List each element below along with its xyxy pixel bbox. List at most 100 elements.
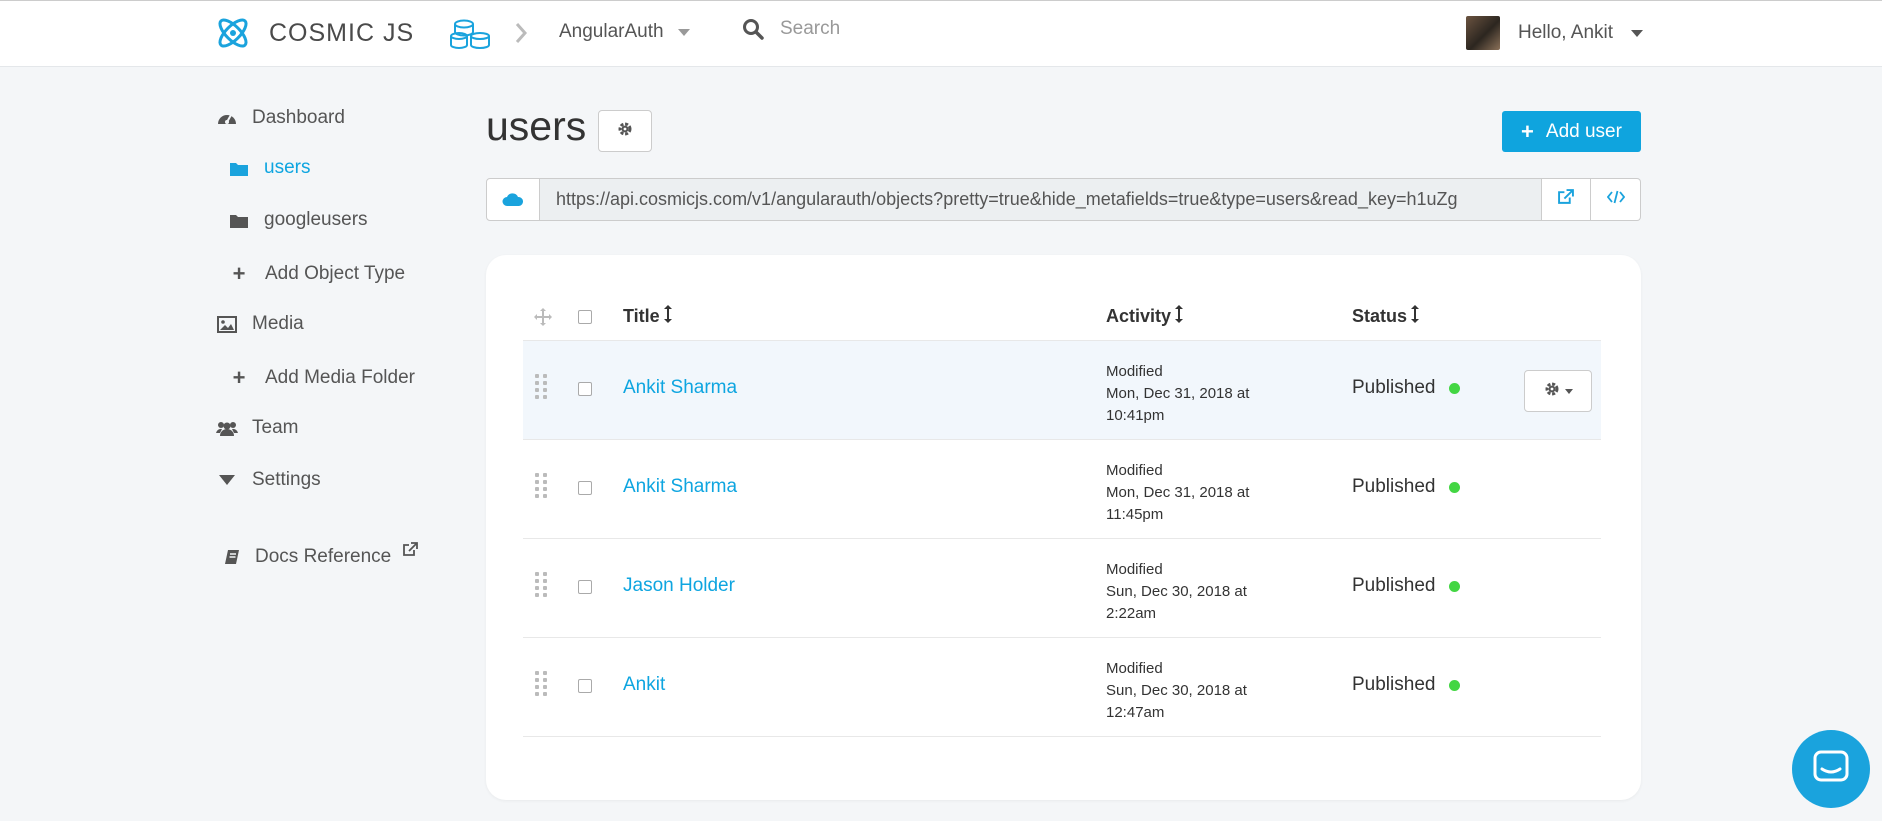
column-header-status[interactable]: Status	[1352, 305, 1420, 328]
api-url-field[interactable]: https://api.cosmicjs.com/v1/angularauth/…	[540, 178, 1541, 221]
search-input[interactable]: Search	[780, 18, 840, 40]
chevron-down-icon	[677, 28, 690, 36]
row-actions-dropdown[interactable]	[1524, 370, 1592, 412]
sidebar-item-team[interactable]: Team	[216, 417, 298, 439]
avatar[interactable]	[1466, 16, 1500, 50]
object-title-link[interactable]: Ankit	[623, 674, 665, 696]
brand-logo[interactable]: COSMIC JS	[214, 14, 414, 52]
sidebar-item-label: Settings	[252, 469, 321, 490]
chevron-down-icon	[1564, 388, 1573, 394]
chevron-down-icon[interactable]	[1631, 29, 1644, 37]
activity-type: Modified	[1106, 660, 1163, 677]
sidebar-item-label: Add Media Folder	[265, 367, 415, 388]
column-activity-label: Activity	[1106, 306, 1172, 326]
folder-icon	[228, 161, 250, 176]
drag-handle-icon[interactable]	[535, 671, 547, 696]
open-external-button[interactable]	[1541, 178, 1591, 221]
add-user-button[interactable]: + Add user	[1502, 111, 1641, 152]
add-user-label: Add user	[1545, 120, 1622, 142]
status-dot	[1449, 382, 1461, 394]
row-checkbox[interactable]	[578, 382, 592, 396]
sidebar-item-settings[interactable]: Settings	[216, 469, 321, 491]
activity-date: Sun, Dec 30, 2018 at	[1106, 583, 1247, 600]
activity-cell: Modified Mon, Dec 31, 2018 at 11:45pm	[1106, 460, 1286, 526]
external-link-icon	[403, 541, 419, 563]
plus-icon: +	[232, 365, 246, 390]
drag-handle-icon[interactable]	[535, 473, 547, 498]
activity-date: Mon, Dec 31, 2018 at	[1106, 484, 1250, 501]
sidebar-item-googleusers[interactable]: googleusers	[228, 209, 368, 231]
sidebar-item-label: Media	[252, 313, 304, 334]
cloud-icon	[486, 178, 540, 221]
status-cell: Published	[1352, 476, 1461, 498]
select-all-checkbox[interactable]	[578, 310, 592, 324]
status-dot	[1449, 481, 1461, 493]
status-cell: Published	[1352, 674, 1461, 696]
object-type-settings-button[interactable]	[598, 110, 652, 152]
row-checkbox[interactable]	[578, 481, 592, 495]
gear-icon	[1544, 381, 1560, 402]
bucket-selector[interactable]: AngularAuth	[559, 21, 690, 43]
object-title-link[interactable]: Ankit Sharma	[623, 377, 737, 399]
column-status-label: Status	[1352, 306, 1408, 326]
activity-date: Sun, Dec 30, 2018 at	[1106, 682, 1247, 699]
search-box[interactable]: Search	[742, 18, 840, 40]
caret-down-icon	[216, 475, 238, 485]
sidebar-item-label: users	[264, 157, 311, 178]
sort-icon	[1411, 305, 1420, 328]
plus-icon: +	[232, 261, 246, 286]
buckets-icon[interactable]	[450, 18, 492, 55]
row-checkbox[interactable]	[578, 679, 592, 693]
status-cell: Published	[1352, 377, 1461, 399]
sidebar-item-add-object-type[interactable]: + Add Object Type	[228, 261, 406, 287]
sidebar-item-users[interactable]: users	[228, 157, 310, 179]
chat-launcher-button[interactable]	[1792, 730, 1870, 808]
object-title-link[interactable]: Ankit Sharma	[623, 476, 737, 498]
table-row[interactable]: Ankit Sharma Modified Mon, Dec 31, 2018 …	[523, 440, 1601, 539]
search-icon	[743, 19, 764, 40]
status-dot	[1449, 679, 1461, 691]
folder-icon	[228, 213, 250, 228]
object-title-link[interactable]: Jason Holder	[623, 575, 735, 597]
status-label: Published	[1352, 575, 1436, 596]
table-row[interactable]: Jason Holder Modified Sun, Dec 30, 2018 …	[523, 539, 1601, 638]
user-greeting[interactable]: Hello, Ankit	[1518, 22, 1613, 44]
sidebar-item-label: Add Object Type	[265, 263, 406, 284]
sidebar-item-add-media-folder[interactable]: + Add Media Folder	[228, 365, 415, 391]
drag-handle-icon[interactable]	[535, 572, 547, 597]
code-icon	[1606, 190, 1625, 209]
book-icon	[221, 549, 243, 566]
sidebar-item-label: Dashboard	[252, 107, 345, 128]
table-row[interactable]: Ankit Sharma Modified Mon, Dec 31, 2018 …	[523, 341, 1601, 440]
drag-handle-icon[interactable]	[535, 374, 547, 399]
activity-type: Modified	[1106, 561, 1163, 578]
sidebar-item-label: Docs Reference	[255, 546, 392, 567]
activity-time: 2:22am	[1106, 605, 1157, 622]
view-code-button[interactable]	[1591, 178, 1641, 221]
top-navbar: COSMIC JS AngularAuth Search Hello, Anki…	[0, 0, 1882, 67]
sidebar-item-dashboard[interactable]: Dashboard	[216, 107, 345, 129]
table-row[interactable]: Ankit Modified Sun, Dec 30, 2018 at 12:4…	[523, 638, 1601, 737]
gear-icon	[617, 121, 633, 142]
status-label: Published	[1352, 476, 1436, 497]
plus-icon: +	[1521, 118, 1534, 144]
column-header-title[interactable]: Title	[623, 305, 672, 328]
sort-icon	[1175, 305, 1184, 328]
chat-icon	[1813, 750, 1849, 789]
activity-cell: Modified Sun, Dec 30, 2018 at 2:22am	[1106, 559, 1286, 625]
user-menu[interactable]: Hello, Ankit	[1466, 16, 1644, 50]
external-link-icon	[1558, 189, 1574, 210]
sidebar-item-docs-reference[interactable]: Docs Reference	[221, 542, 419, 568]
api-endpoint-bar: https://api.cosmicjs.com/v1/angularauth/…	[486, 178, 1641, 221]
page-title: users	[486, 103, 587, 149]
breadcrumb-chevron-icon	[514, 21, 528, 50]
brand-name: COSMIC JS	[269, 18, 415, 47]
column-header-activity[interactable]: Activity	[1106, 305, 1184, 328]
cosmic-logo-icon	[218, 18, 248, 48]
activity-type: Modified	[1106, 363, 1163, 380]
image-icon	[216, 315, 238, 333]
sort-icon	[663, 305, 672, 328]
row-checkbox[interactable]	[578, 580, 592, 594]
sidebar-item-media[interactable]: Media	[216, 313, 304, 335]
activity-type: Modified	[1106, 462, 1163, 479]
